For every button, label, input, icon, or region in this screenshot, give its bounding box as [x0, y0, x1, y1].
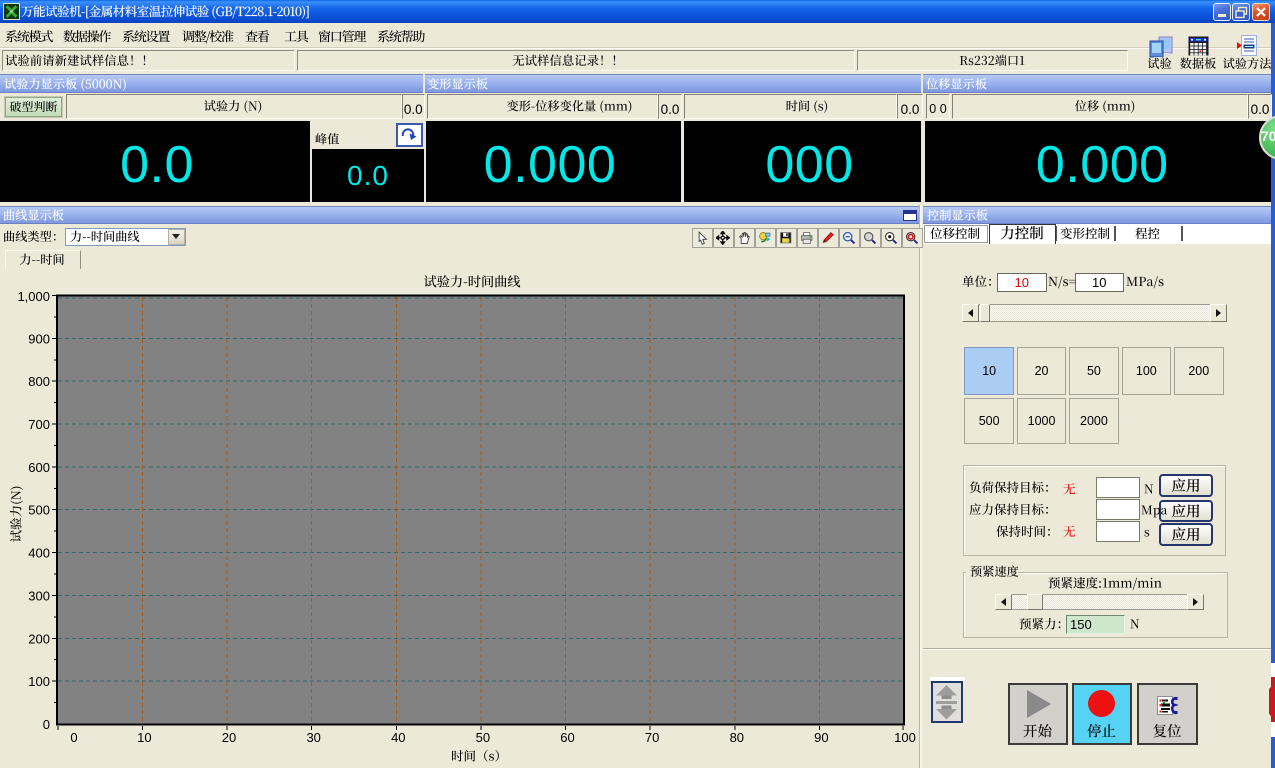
svg-text:800: 800 [28, 374, 50, 389]
svg-text:0: 0 [43, 717, 50, 732]
svg-text:600: 600 [28, 460, 50, 475]
svg-text:400: 400 [28, 546, 50, 561]
svg-text:70: 70 [645, 730, 659, 745]
svg-text:80: 80 [730, 730, 744, 745]
svg-text:10: 10 [137, 730, 151, 745]
svg-text:60: 60 [560, 730, 574, 745]
svg-text:40: 40 [391, 730, 405, 745]
svg-text:1,000: 1,000 [17, 289, 50, 304]
svg-text:100: 100 [894, 730, 916, 745]
svg-text:90: 90 [814, 730, 828, 745]
svg-text:700: 700 [28, 417, 50, 432]
svg-text:300: 300 [28, 588, 50, 603]
svg-text:500: 500 [28, 503, 50, 518]
svg-text:200: 200 [28, 631, 50, 646]
svg-text:50: 50 [476, 730, 490, 745]
svg-text:0: 0 [70, 730, 77, 745]
svg-text:100: 100 [28, 674, 50, 689]
svg-text:900: 900 [28, 331, 50, 346]
svg-text:20: 20 [222, 730, 236, 745]
svg-text:30: 30 [306, 730, 320, 745]
